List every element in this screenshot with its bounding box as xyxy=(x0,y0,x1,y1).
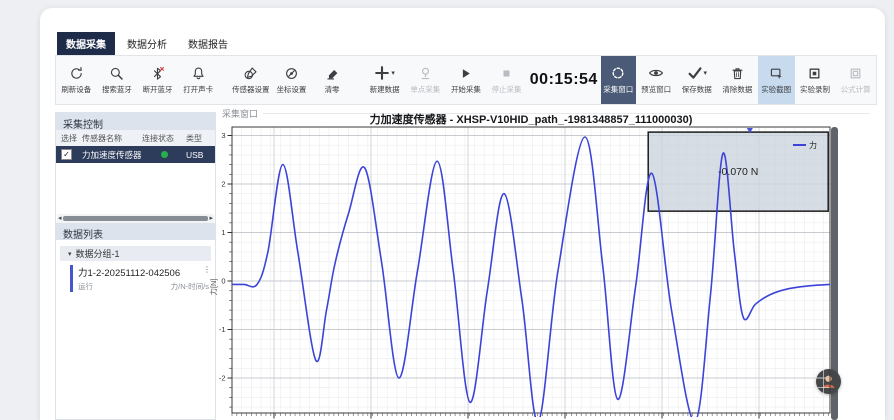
data-list-item[interactable]: 力1-2-20251112-042506⋮运行力/N-时间/s xyxy=(70,265,211,292)
save-data-button[interactable]: ▾ 保存数据 xyxy=(676,56,717,104)
toolbar-button-label: 搜索蓝牙 xyxy=(102,84,132,95)
toolbar-button-label: 停止采集 xyxy=(492,84,522,95)
expand-triangle-icon[interactable]: ▾ xyxy=(68,250,72,258)
record-icon xyxy=(807,65,822,81)
toolbar: 刷新设备搜索蓝牙断开蓝牙打开声卡 传感器设置坐标设置 清零 ▾ 新建数据单点采集开始采集… xyxy=(55,55,877,105)
new-data-button[interactable]: ▾ 新建数据 xyxy=(364,56,405,104)
toolbar-button-label: 打开声卡 xyxy=(183,84,213,95)
toolbar-button-label: 预览窗口 xyxy=(641,84,671,95)
clear-data-button[interactable]: 清除数据 xyxy=(717,56,758,104)
open-soundcard-button[interactable]: 打开声卡 xyxy=(178,56,219,104)
toolbar-button-label: 新建数据 xyxy=(370,84,400,95)
connection-status-dot xyxy=(161,151,168,158)
toolbar-button-label: 断开蓝牙 xyxy=(143,84,173,95)
y-tick-label: 1 xyxy=(221,228,225,237)
trash-icon xyxy=(730,65,745,81)
y-tick-label: 0 xyxy=(221,277,225,286)
toolbar-button-label: 开始采集 xyxy=(451,84,481,95)
dial-icon xyxy=(284,65,299,81)
experiment-screenshot-button[interactable]: 实验截图 xyxy=(758,56,795,104)
chart-title: 力加速度传感器 - XHSP-V10HID_path_-1981348857_1… xyxy=(232,111,830,127)
toolbar-button-label: 清零 xyxy=(325,84,340,95)
screenshot-icon xyxy=(769,65,784,81)
sidebar: 采集控制 选择传感器名称连接状态类型 ✓力加速度传感器USB ◂ ▸ 数据列表 … xyxy=(55,112,216,420)
zero-clear-button[interactable]: 清零 xyxy=(312,56,353,104)
measurement-annotation: -0.070 N xyxy=(718,166,758,178)
tab-0[interactable]: 数据采集 xyxy=(57,32,115,55)
chart-plot-area[interactable]: 3 2 1 0 -1 -2 力[N] -0.070 N 力 xyxy=(205,104,845,420)
bluetooth-off-icon xyxy=(150,65,165,81)
tab-2[interactable]: 数据报告 xyxy=(179,32,237,55)
legend-label: 力 xyxy=(809,140,817,150)
formula-calc-button: 公式计算 xyxy=(835,56,876,104)
experiment-record-button[interactable]: 实验录制 xyxy=(795,56,836,104)
y-axis-label: 力[N] xyxy=(208,278,218,295)
single-point-icon xyxy=(418,65,433,81)
sensor-settings-button[interactable]: 传感器设置 xyxy=(231,56,272,104)
sensor-name: 力加速度传感器 xyxy=(82,149,142,161)
toolbar-button-label: 刷新设备 xyxy=(61,84,91,95)
data-item-axes: 力/N-时间/s xyxy=(171,281,209,292)
toolbar-button-label: 坐标设置 xyxy=(276,84,306,95)
eye-icon xyxy=(648,65,664,81)
toolbar-button-label: 采集窗口 xyxy=(603,84,633,95)
column-header: 选择 xyxy=(56,133,82,144)
data-list-header: 数据列表 xyxy=(56,223,215,240)
sensor-table-body: ✓力加速度传感器USB xyxy=(56,146,215,163)
y-tick-label: 2 xyxy=(221,180,225,189)
preview-window-button[interactable]: 预览窗口 xyxy=(636,56,677,104)
chevron-down-icon[interactable]: ▾ xyxy=(704,69,708,77)
bell-icon xyxy=(191,65,206,81)
single-point-collect-button: 单点采集 xyxy=(405,56,446,104)
sensor-row[interactable]: ✓力加速度传感器USB xyxy=(56,146,215,163)
collect-window-button[interactable]: 采集窗口 xyxy=(601,56,636,104)
stop-collect-button: 停止采集 xyxy=(486,56,527,104)
toolbar-button-label: 实验录制 xyxy=(800,84,830,95)
app-window: 数据采集数据分析数据报告 刷新设备搜索蓝牙断开蓝牙打开声卡 传感器设置坐标设置 清零… xyxy=(40,8,885,420)
plus-icon: ▾ xyxy=(374,65,395,81)
toolbar-button-label: 实验截图 xyxy=(761,84,791,95)
sensor-settings-icon xyxy=(243,65,258,81)
data-item-status: 运行 xyxy=(78,281,93,292)
collect-timer: 00:15:54 xyxy=(527,56,601,104)
sensor-checkbox[interactable]: ✓ xyxy=(61,149,72,160)
scrollbar-thumb[interactable] xyxy=(63,216,209,221)
column-header: 传感器名称 xyxy=(82,133,142,144)
formula-icon xyxy=(848,65,863,81)
toolbar-button-label: 单点采集 xyxy=(410,84,440,95)
toolbar-button-label: 传感器设置 xyxy=(232,84,270,95)
check-icon: ▾ xyxy=(687,65,708,81)
collect-control-header: 采集控制 xyxy=(56,113,215,130)
data-group-label: 数据分组-1 xyxy=(76,247,120,260)
sidebar-horizontal-scrollbar[interactable]: ◂ ▸ xyxy=(57,214,214,223)
toolbar-button-label: 保存数据 xyxy=(682,84,712,95)
top-tab-bar: 数据采集数据分析数据报告 xyxy=(57,32,237,55)
search-bluetooth-button[interactable]: 搜索蓝牙 xyxy=(97,56,138,104)
sensor-table-empty-area xyxy=(56,163,215,214)
aperture-icon xyxy=(610,65,626,81)
toolbar-button-label: 清除数据 xyxy=(722,84,752,95)
bluetooth-search-icon xyxy=(109,65,124,81)
stop-icon xyxy=(499,65,514,81)
start-collect-button[interactable]: 开始采集 xyxy=(446,56,487,104)
y-tick-label: -2 xyxy=(219,374,226,383)
scroll-left-arrow[interactable]: ◂ xyxy=(57,214,63,223)
toolbar-button-label: 公式计算 xyxy=(841,84,871,95)
tab-1[interactable]: 数据分析 xyxy=(118,32,176,55)
data-list-body: ▾数据分组-1力1-2-20251112-042506⋮运行力/N-时间/s xyxy=(56,246,215,292)
y-tick-label: 3 xyxy=(221,131,225,140)
sensor-table-header: 选择传感器名称连接状态类型 xyxy=(56,130,215,146)
coordinate-settings-button[interactable]: 坐标设置 xyxy=(271,56,312,104)
data-group-row[interactable]: ▾ 数据分组-1 xyxy=(60,246,211,261)
disconnect-bluetooth-button[interactable]: 断开蓝牙 xyxy=(137,56,178,104)
eraser-icon xyxy=(325,65,340,81)
data-item-title: 力1-2-20251112-042506 xyxy=(78,265,180,279)
column-header: 连接状态 xyxy=(142,133,186,144)
y-tick-label: -1 xyxy=(219,325,226,334)
refresh-device-button[interactable]: 刷新设备 xyxy=(56,56,97,104)
refresh-icon xyxy=(69,65,84,81)
play-icon xyxy=(458,65,473,81)
chevron-down-icon[interactable]: ▾ xyxy=(391,69,395,77)
